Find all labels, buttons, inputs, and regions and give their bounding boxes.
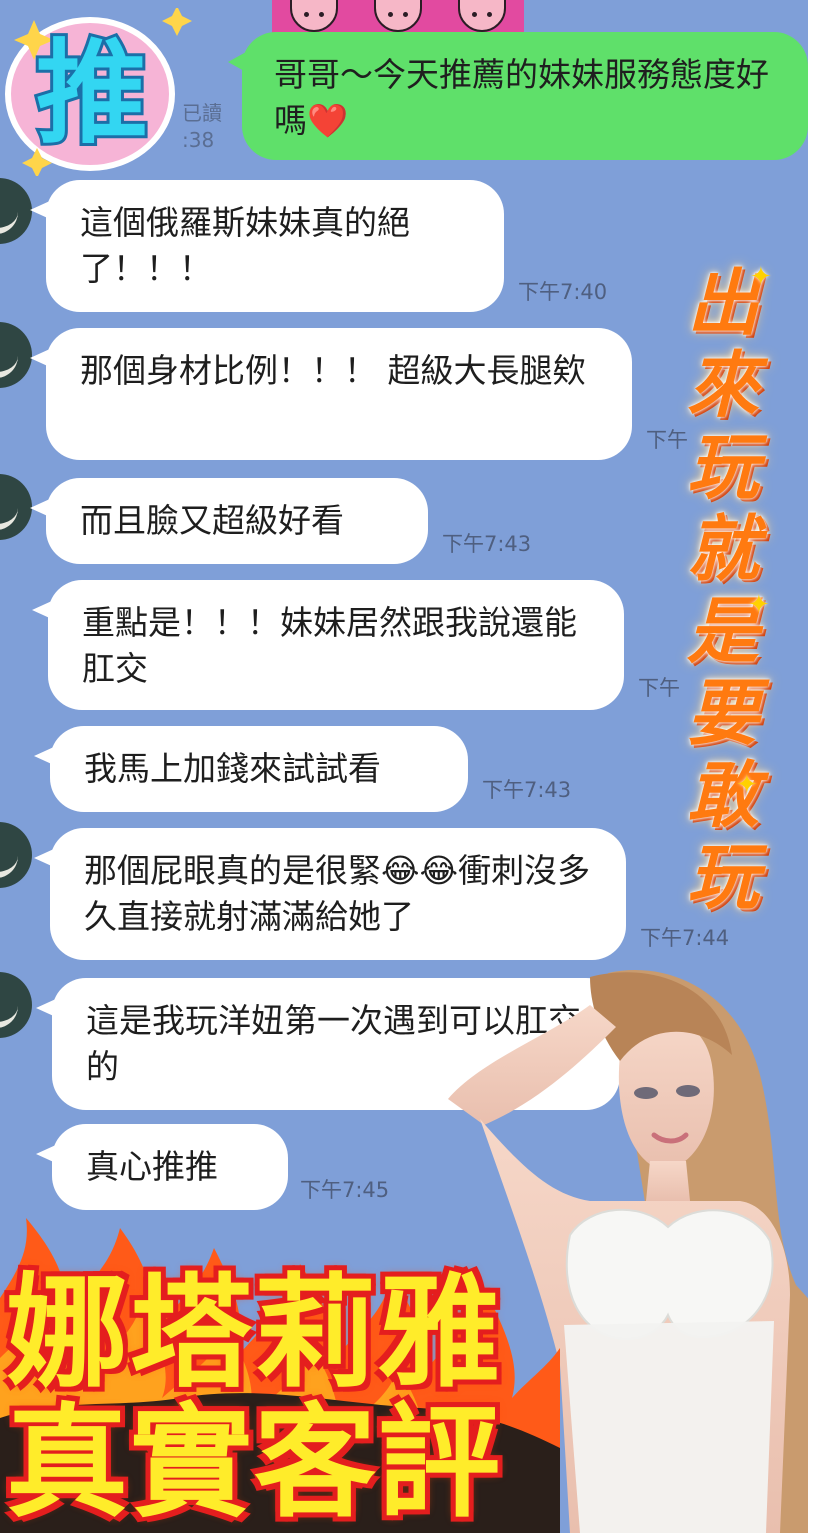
face-sticker-icon: [458, 0, 506, 32]
sparkle-icon: ✦: [736, 770, 758, 800]
incoming-message-bubble[interactable]: 真心推推: [36, 1124, 288, 1210]
message-time: 下午7:45: [300, 1178, 390, 1202]
message-time: 下午7:44: [640, 926, 730, 950]
message-text: 這個俄羅斯妹妹真的絕了！！！: [80, 203, 410, 288]
message-text: 那個屁眼真的是很緊😂😂衝刺沒多久直接就射滿滿給她了: [84, 851, 591, 936]
message-text: 重點是！！！妹妹居然跟我說還能肛交: [82, 603, 577, 688]
banner-subtitle: 真實客評: [6, 1392, 502, 1533]
incoming-message-bubble[interactable]: 那個屁眼真的是很緊😂😂衝刺沒多久直接就射滿滿給她了: [34, 828, 626, 960]
slogan-char: 敢: [686, 753, 759, 837]
sparkle-icon: ✦: [750, 262, 772, 292]
slogan-char: 玩: [686, 835, 759, 919]
chat-screen: 哥哥～今天推薦的妹妹服務態度好嗎❤️ 已讀 :38 推 這個俄羅斯妹妹真的絕了！…: [0, 0, 814, 1533]
face-sticker-icon: [374, 0, 422, 32]
heart-emoji-icon: ❤️: [307, 101, 349, 140]
banner-name: 娜塔莉雅: [6, 1262, 502, 1404]
message-time: 下午7:40: [518, 280, 608, 304]
incoming-message-bubble[interactable]: 重點是！！！妹妹居然跟我說還能肛交: [32, 580, 624, 710]
avatar[interactable]: [0, 474, 32, 540]
slogan-char: 來: [686, 343, 759, 427]
avatar[interactable]: [0, 972, 32, 1038]
avatar[interactable]: [0, 178, 32, 244]
face-sticker-icon: [290, 0, 338, 32]
incoming-message-bubble[interactable]: 這個俄羅斯妹妹真的絕了！！！: [30, 180, 504, 312]
right-border: [808, 0, 814, 1533]
message-text: 真心推推: [86, 1147, 218, 1186]
slogan-char: 要: [686, 671, 759, 755]
message-time: 下午7:43: [482, 778, 572, 802]
recommend-badge-icon: 推: [5, 8, 192, 176]
avatar[interactable]: [0, 322, 32, 388]
incoming-message-bubble[interactable]: 我馬上加錢來試試看: [34, 726, 468, 812]
message-text: 那個身材比例！！！ 超級大長腿欸: [80, 351, 586, 390]
slogan-char: 就: [686, 507, 759, 591]
message-text: 我馬上加錢來試試看: [84, 749, 381, 788]
incoming-message-bubble[interactable]: 那個身材比例！！！ 超級大長腿欸: [30, 328, 632, 460]
outgoing-message-bubble[interactable]: 哥哥～今天推薦的妹妹服務態度好嗎❤️: [228, 32, 808, 160]
recommend-badge-text: 推: [36, 29, 148, 159]
avatar[interactable]: [0, 822, 32, 888]
message-text: 而且臉又超級好看: [80, 501, 344, 540]
incoming-message-bubble[interactable]: 而且臉又超級好看: [30, 478, 428, 564]
outgoing-message-text: 哥哥～今天推薦的妹妹服務態度好嗎: [274, 55, 769, 140]
message-time: 下午7:43: [442, 532, 532, 556]
slogan-char: 玩: [686, 425, 759, 509]
sparkle-icon: ✦: [748, 590, 770, 620]
